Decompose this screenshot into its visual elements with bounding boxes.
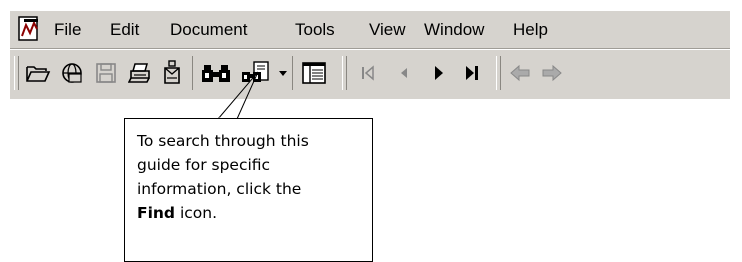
callout-line-4: Find icon. bbox=[137, 201, 369, 225]
callout-text: To search through this guide for specifi… bbox=[137, 129, 369, 225]
callout-find-keyword: Find bbox=[137, 204, 176, 222]
callout-line-4-rest: icon. bbox=[175, 204, 218, 222]
callout-line-3: information, click the bbox=[137, 180, 302, 198]
find-callout: To search through this guide for specifi… bbox=[124, 118, 373, 262]
callout-line-2: guide for specific bbox=[137, 156, 271, 174]
callout-line-1: To search through this bbox=[137, 132, 309, 150]
